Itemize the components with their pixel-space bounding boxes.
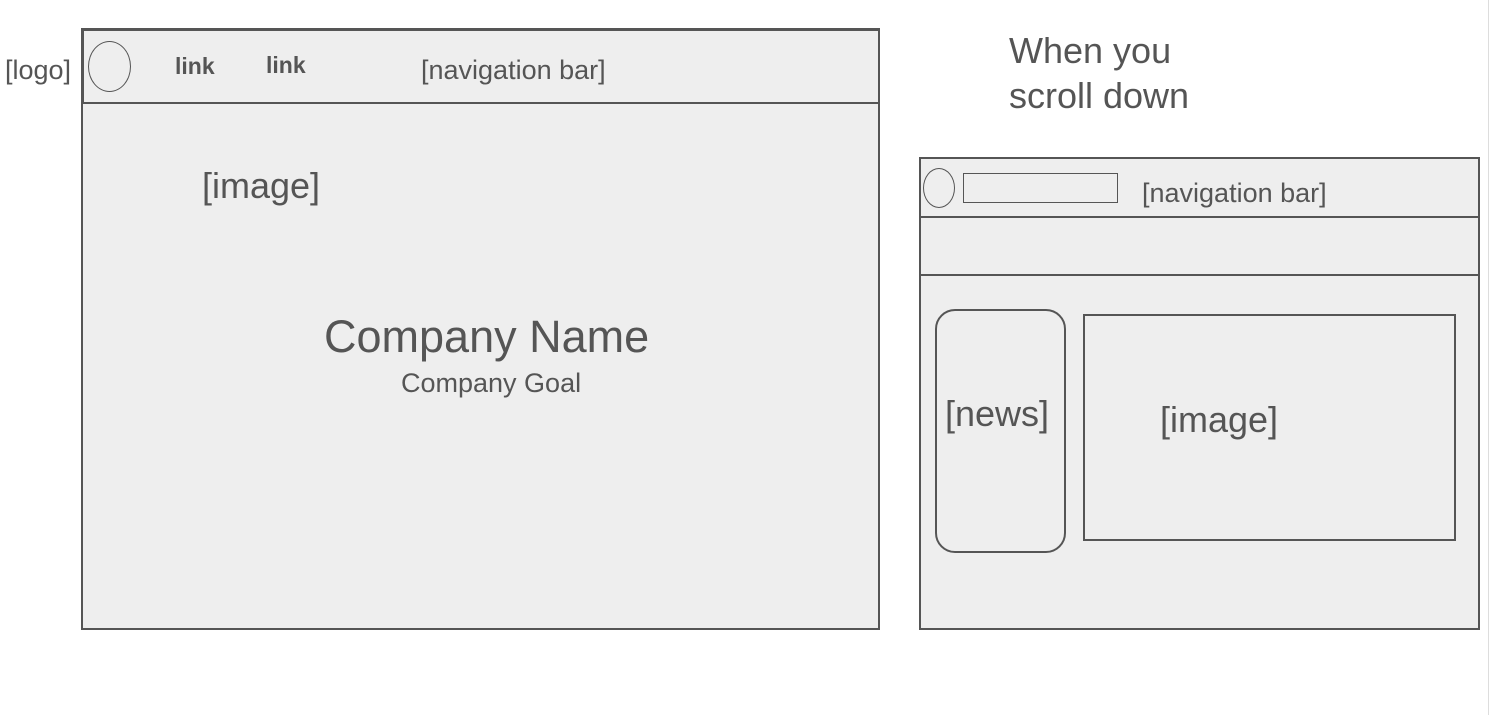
company-goal-subheading: Company Goal bbox=[401, 368, 582, 398]
logo-circle-icon bbox=[88, 41, 131, 92]
right-logo-circle-icon bbox=[923, 168, 955, 208]
logo-label: [logo] bbox=[5, 55, 72, 85]
left-navigation-bar-label: [navigation bar] bbox=[421, 55, 606, 85]
left-image-placeholder-label: [image] bbox=[202, 165, 321, 206]
nav-link-1[interactable]: link bbox=[175, 55, 215, 78]
company-name-heading: Company Name bbox=[324, 311, 650, 362]
nav-link-2[interactable]: link bbox=[266, 54, 306, 77]
right-image-placeholder-label: [image] bbox=[1160, 399, 1279, 440]
right-sub-bar bbox=[919, 216, 1480, 276]
right-navigation-bar-label: [navigation bar] bbox=[1142, 178, 1327, 208]
right-nav-input-box[interactable] bbox=[963, 173, 1118, 203]
news-label: [news] bbox=[945, 393, 1050, 434]
scroll-caption: When you scroll down bbox=[1009, 30, 1190, 116]
scrollbar-edge bbox=[1488, 0, 1494, 715]
